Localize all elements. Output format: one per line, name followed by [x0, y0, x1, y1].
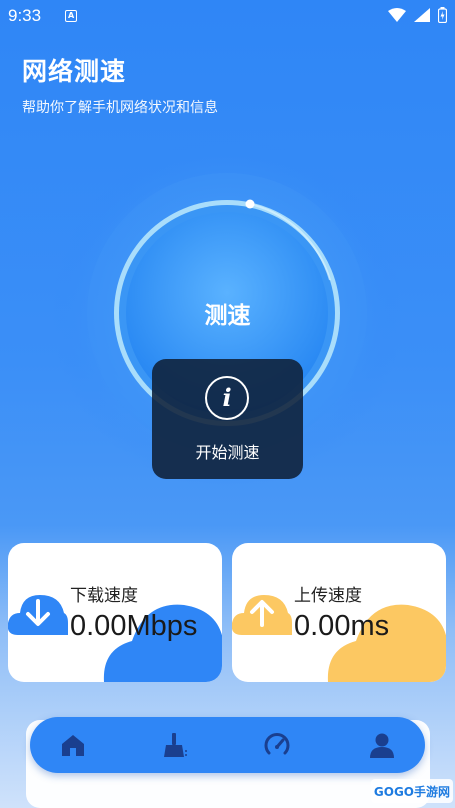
signal-icon [414, 8, 430, 22]
battery-icon [438, 7, 447, 23]
clean-icon[interactable] [160, 731, 188, 759]
upload-value: 0.00ms [294, 610, 390, 642]
toast-label: 开始测速 [195, 443, 260, 462]
download-card: 下载速度 0.00Mbps [8, 543, 222, 682]
status-time: 9:33 [8, 6, 42, 25]
upload-icon [232, 595, 292, 635]
profile-icon[interactable] [368, 731, 396, 759]
download-value: 0.00Mbps [70, 610, 198, 642]
bottom-nav [30, 717, 425, 773]
upload-card: 上传速度 0.00ms [232, 543, 446, 682]
status-bar: 9:33 A [0, 0, 455, 32]
toast: i 开始测速 [152, 359, 303, 479]
download-label: 下载速度 [70, 586, 138, 606]
dial-label[interactable]: 测速 [0, 296, 455, 330]
dial-indicator-dot [245, 199, 255, 209]
notification-icon: A [65, 10, 78, 22]
status-icons [388, 7, 447, 23]
watermark: GOGO手游网 [370, 779, 453, 803]
upload-label: 上传速度 [294, 586, 362, 606]
download-icon [8, 595, 68, 635]
page-title: 网络测速 [22, 57, 127, 86]
info-icon: i [205, 376, 249, 420]
page-subtitle: 帮助你了解手机网络状况和信息 [22, 100, 218, 116]
speed-icon[interactable] [263, 731, 291, 759]
home-icon[interactable] [59, 731, 87, 759]
wifi-icon [388, 8, 406, 22]
